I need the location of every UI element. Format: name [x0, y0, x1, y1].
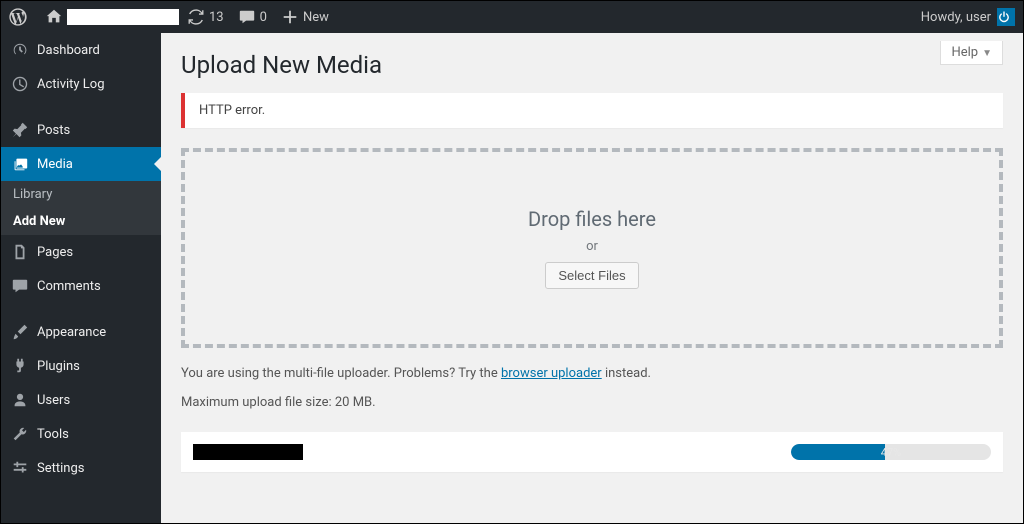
info-post: instead. — [602, 366, 651, 381]
upload-filename-mask — [193, 444, 303, 460]
error-notice: HTTP error. — [181, 93, 1003, 128]
new-label: New — [303, 10, 329, 25]
sidebar-sublabel: Library — [13, 187, 52, 202]
upload-dropzone[interactable]: Drop files here or Select Files — [181, 148, 1003, 348]
wp-logo[interactable] — [9, 8, 31, 26]
sidebar-label: Settings — [37, 461, 84, 476]
sidebar-label: Dashboard — [37, 43, 100, 58]
user-menu[interactable]: Howdy, user — [921, 8, 1015, 26]
updates[interactable]: 13 — [187, 8, 224, 26]
main-content: Help ▼ Upload New Media HTTP error. Drop … — [161, 33, 1023, 523]
plug-icon — [11, 357, 29, 375]
sidebar-label: Pages — [37, 245, 73, 260]
help-label: Help — [951, 45, 978, 60]
site-home[interactable] — [45, 8, 179, 26]
sidebar-label: Appearance — [37, 325, 106, 340]
uploader-info: You are using the multi-file uploader. P… — [181, 366, 1003, 410]
admin-sidebar: Dashboard Activity Log Posts Media Libra… — [1, 33, 161, 523]
sidebar-label: Plugins — [37, 359, 80, 374]
page-title: Upload New Media — [181, 33, 1003, 93]
max-upload-size: Maximum upload file size: 20 MB. — [181, 395, 1003, 410]
sidebar-label: Users — [37, 393, 70, 408]
sidebar-item-appearance[interactable]: Appearance — [1, 315, 161, 349]
info-pre: You are using the multi-file uploader. P… — [181, 366, 501, 381]
sidebar-item-activitylog[interactable]: Activity Log — [1, 67, 161, 101]
sidebar-label: Posts — [37, 123, 70, 138]
sidebar-label: Activity Log — [37, 77, 105, 92]
upload-progress-row: 47% — [181, 432, 1003, 472]
sliders-icon — [11, 459, 29, 477]
wrench-icon — [11, 425, 29, 443]
media-icon — [11, 155, 29, 173]
comment-icon — [238, 8, 256, 26]
select-files-button[interactable]: Select Files — [545, 262, 638, 289]
updates-count: 13 — [209, 10, 224, 25]
user-avatar — [997, 8, 1015, 26]
refresh-icon — [187, 8, 205, 26]
plus-icon — [281, 8, 299, 26]
admin-toolbar: 13 0 New Howdy, user — [1, 1, 1023, 33]
page-icon — [11, 243, 29, 261]
sidebar-sublabel: Add New — [13, 214, 65, 229]
pin-icon — [11, 121, 29, 139]
sidebar-label: Media — [37, 157, 73, 172]
comment-icon — [11, 277, 29, 295]
howdy-text: Howdy, user — [921, 10, 991, 25]
sidebar-item-users[interactable]: Users — [1, 383, 161, 417]
comments[interactable]: 0 — [238, 8, 267, 26]
sidebar-item-settings[interactable]: Settings — [1, 451, 161, 485]
dashboard-icon — [11, 41, 29, 59]
chevron-down-icon: ▼ — [982, 48, 992, 59]
site-name-mask — [67, 9, 179, 25]
progress-bar: 47% — [791, 444, 991, 460]
browser-uploader-link[interactable]: browser uploader — [501, 366, 602, 381]
sidebar-item-pages[interactable]: Pages — [1, 235, 161, 269]
progress-bar-text: 47% — [791, 444, 991, 460]
sidebar-item-plugins[interactable]: Plugins — [1, 349, 161, 383]
brush-icon — [11, 323, 29, 341]
sidebar-subitem-addnew[interactable]: Add New — [1, 208, 161, 235]
comments-count: 0 — [260, 10, 267, 25]
wordpress-icon — [9, 8, 27, 26]
user-icon — [11, 391, 29, 409]
new-content[interactable]: New — [281, 8, 329, 26]
clock-icon — [11, 75, 29, 93]
power-icon — [997, 10, 1011, 24]
sidebar-label: Comments — [37, 279, 101, 294]
error-text: HTTP error. — [199, 103, 265, 118]
sidebar-item-media[interactable]: Media — [1, 147, 161, 181]
drop-label: Drop files here — [528, 207, 656, 231]
home-icon — [45, 8, 63, 26]
sidebar-item-tools[interactable]: Tools — [1, 417, 161, 451]
sidebar-subitem-library[interactable]: Library — [1, 181, 161, 208]
help-tab[interactable]: Help ▼ — [940, 41, 1003, 65]
sidebar-label: Tools — [37, 427, 69, 442]
sidebar-item-comments[interactable]: Comments — [1, 269, 161, 303]
sidebar-item-posts[interactable]: Posts — [1, 113, 161, 147]
sidebar-item-dashboard[interactable]: Dashboard — [1, 33, 161, 67]
drop-or: or — [586, 239, 598, 254]
